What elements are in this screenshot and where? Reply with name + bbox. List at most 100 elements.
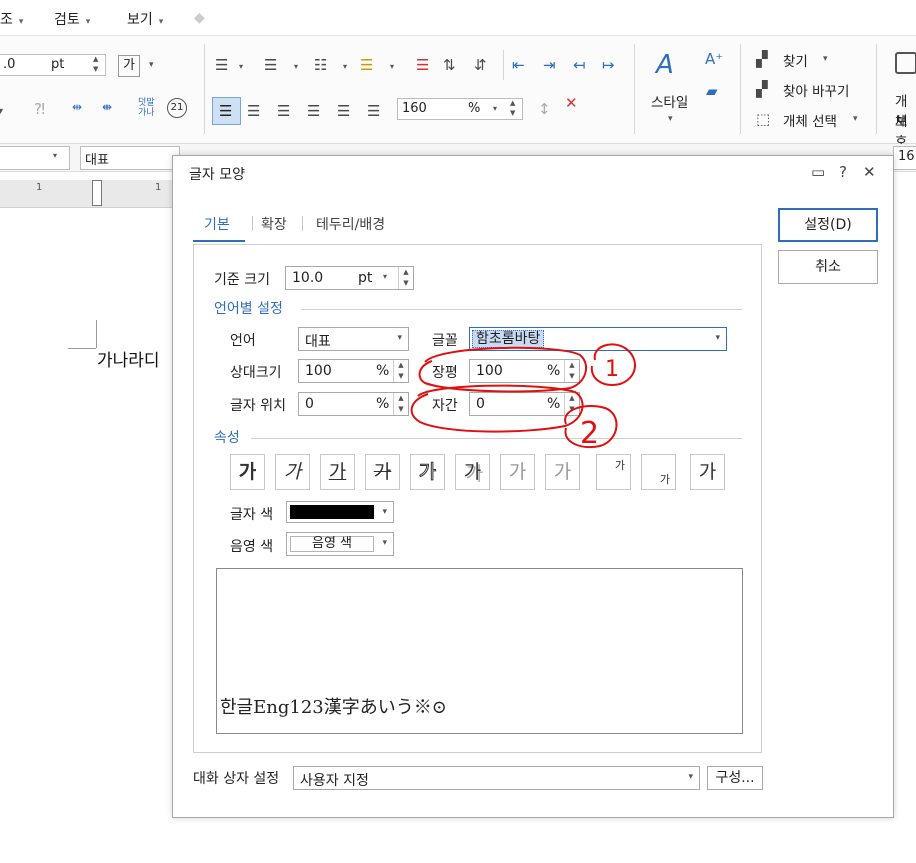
align-left-icon[interactable]: ☰	[247, 102, 260, 120]
chevron-down-icon[interactable]: ▾	[390, 62, 394, 71]
shade-color-picker[interactable]: 음영 색 ▾	[286, 532, 394, 556]
tab-basic[interactable]: 기본	[204, 214, 230, 234]
align-justify-button[interactable]: ☰	[212, 97, 241, 125]
strikethrough-button[interactable]: 가	[365, 454, 400, 490]
line-spacing-icon[interactable]: ↕	[538, 100, 551, 118]
align-right-icon[interactable]: ☰	[307, 102, 320, 120]
align-distribute-icon[interactable]: ☰	[337, 102, 350, 120]
first-line-indent-icon[interactable]: ↦	[602, 56, 615, 74]
extension-icon[interactable]: ◆	[194, 10, 210, 26]
menu-item-review[interactable]: 검토 ▾	[54, 9, 90, 29]
find-label[interactable]: 찾기	[783, 50, 808, 70]
spin-icon[interactable]: ▲ ▼	[564, 360, 579, 382]
line-spacing-input[interactable]: 160 % ▾ ▲ ▼	[397, 98, 523, 120]
chevron-down-icon[interactable]: ▾	[0, 106, 3, 117]
spin-icon[interactable]: ▲ ▼	[564, 393, 579, 415]
base-size-input[interactable]: 10.0 pt ▾ ▲ ▼	[285, 266, 414, 290]
numbered-list-icon[interactable]: ☰	[264, 56, 277, 74]
add-style-icon[interactable]: A⁺	[705, 50, 723, 68]
align-center-icon[interactable]: ☰	[277, 102, 290, 120]
tab-border-background[interactable]: 테두리/배경	[316, 214, 385, 234]
indent-decrease-icon[interactable]: ⇵	[474, 56, 487, 74]
emboss-button[interactable]: 가	[500, 454, 535, 490]
outdent-icon[interactable]: ⇤	[512, 56, 525, 74]
width-input[interactable]: 100 % ▲ ▼	[469, 359, 580, 383]
chevron-down-icon[interactable]: ▾	[239, 62, 243, 71]
chevron-down-icon[interactable]: ▾	[493, 104, 497, 113]
close-icon[interactable]: ✕	[863, 163, 876, 181]
outline-char-icon[interactable]: ⁈	[34, 100, 45, 118]
rel-size-input[interactable]: 100 % ▲ ▼	[298, 359, 409, 383]
help-icon[interactable]: ?	[839, 163, 847, 181]
bold-button[interactable]: 가	[230, 454, 265, 490]
delete-format-icon[interactable]: ✕	[565, 94, 578, 112]
engrave-button[interactable]: 가	[545, 454, 580, 490]
chevron-down-icon[interactable]: ▾	[383, 272, 387, 281]
bullet-list-icon[interactable]: ☰	[215, 56, 228, 74]
lang-select[interactable]: 대표	[80, 146, 180, 170]
separator	[503, 50, 504, 80]
indent-icon[interactable]: ⇥	[543, 56, 556, 74]
text-color-picker[interactable]: ▾	[286, 501, 394, 523]
width-value: 100	[476, 363, 503, 379]
basic-tab-panel: 기준 크기 10.0 pt ▾ ▲ ▼ 언어별 설정 언어 대표 ▾ 글꼴 함초롬…	[193, 244, 762, 753]
find-replace-label[interactable]: 찾아 바꾸기	[783, 80, 849, 100]
comment-icon[interactable]: ▭	[811, 163, 825, 181]
spin-icon[interactable]: ▲ ▼	[398, 267, 413, 289]
align-divide-icon[interactable]: ☰	[367, 102, 380, 120]
chevron-down-icon[interactable]: ▾	[294, 62, 298, 71]
chevron-down-icon[interactable]: ▾	[668, 114, 673, 124]
style-select[interactable]: ▾	[0, 146, 70, 170]
circled-char-button[interactable]: 21	[167, 98, 187, 118]
document-text[interactable]: 가나라디	[97, 346, 160, 371]
dotmal-button[interactable]: 덧말 가나	[138, 98, 155, 118]
ok-button[interactable]: 설정(D)	[778, 208, 878, 242]
shadow-button[interactable]: 가	[455, 454, 490, 490]
spin-icon[interactable]: ▲ ▼	[93, 54, 98, 74]
font-select[interactable]: 함초롬바탕 ▾	[469, 327, 727, 351]
preset-select[interactable]: 사용자 지정 ▾	[293, 766, 700, 790]
select-object-icon[interactable]: ⬚	[756, 110, 770, 128]
highlight-list-icon[interactable]: ☰	[360, 56, 373, 74]
binoculars-icon[interactable]: ▞	[756, 50, 768, 68]
chevron-down-icon[interactable]: ▾	[343, 62, 347, 71]
underline-button[interactable]: 가	[320, 454, 355, 490]
tab-extended[interactable]: 확장	[261, 214, 287, 234]
superscript-button[interactable]: 가	[596, 454, 631, 490]
indent-increase-icon[interactable]: ⇅	[443, 56, 456, 74]
cancel-button[interactable]: 취소	[778, 250, 878, 284]
indent-marker[interactable]	[92, 180, 102, 206]
char-spacing-narrow-icon[interactable]: ⇹	[72, 100, 82, 114]
style-label[interactable]: 스타일	[651, 91, 688, 111]
font-size-input[interactable]: .0 pt ▲ ▼	[0, 54, 106, 76]
subscript-button[interactable]: 가	[641, 454, 676, 490]
para-number-icon[interactable]: ☰	[416, 56, 429, 74]
first-line-outdent-icon[interactable]: ↤	[573, 56, 586, 74]
zoom-input[interactable]: 16	[893, 146, 916, 170]
pos-input[interactable]: 0 % ▲ ▼	[298, 392, 409, 416]
outline-button[interactable]: 가	[410, 454, 445, 490]
find-replace-icon[interactable]: ▞	[756, 80, 768, 98]
config-button[interactable]: 구성...	[707, 766, 763, 790]
spin-icon[interactable]: ▲ ▼	[393, 360, 408, 382]
spin-icon[interactable]: ▲ ▼	[393, 393, 408, 415]
menu-item-view[interactable]: 보기 ▾	[127, 9, 163, 29]
lang-select[interactable]: 대표 ▾	[298, 327, 409, 351]
protect-object-icon[interactable]	[895, 52, 916, 74]
char-spacing-wide-icon[interactable]: ⇼	[102, 100, 112, 114]
style-folder-icon[interactable]: ▰	[706, 82, 718, 100]
menu-item-format[interactable]: 조 ▾	[0, 9, 23, 29]
style-icon[interactable]: A	[656, 50, 674, 80]
outline-list-icon[interactable]: ☷	[314, 56, 327, 74]
chevron-down-icon[interactable]: ▾	[853, 114, 858, 124]
chevron-down-icon[interactable]: ▾	[823, 54, 828, 64]
select-object-label[interactable]: 개체 선택	[783, 110, 837, 130]
italic-button[interactable]: 가	[275, 454, 310, 490]
spin-icon[interactable]: ▲ ▼	[510, 98, 515, 118]
char-shape-button[interactable]: 가	[118, 55, 140, 77]
normal-button[interactable]: 가	[690, 454, 725, 490]
chevron-down-icon[interactable]: ▾	[149, 60, 154, 70]
menu-bar: 조 ▾ 검토 ▾ 보기 ▾ ◆	[0, 0, 916, 36]
spacing-input[interactable]: 0 % ▲ ▼	[469, 392, 580, 416]
subscript-label: 가	[659, 473, 670, 486]
